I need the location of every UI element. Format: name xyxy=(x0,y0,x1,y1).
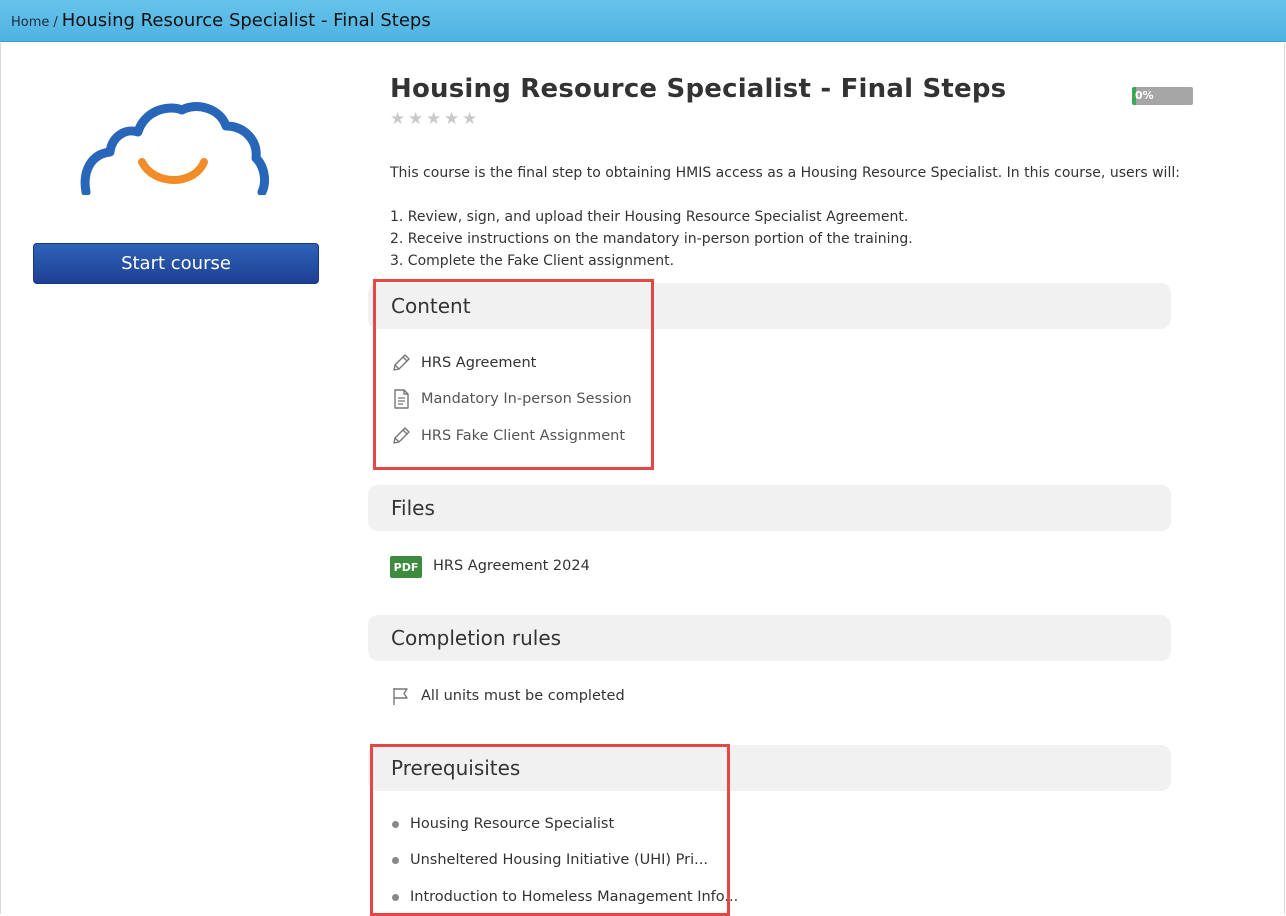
content-unit[interactable]: HRS Fake Client Assignment xyxy=(390,425,625,447)
prerequisite-item[interactable]: Introduction to Homeless Management Info… xyxy=(392,889,738,905)
completion-rule-label: All units must be completed xyxy=(421,688,625,704)
course-title: Housing Resource Specialist - Final Step… xyxy=(390,74,1007,104)
description-intro: This course is the final step to obtaini… xyxy=(390,165,1180,181)
pencil-icon xyxy=(393,354,410,371)
star-icon[interactable]: ★ xyxy=(390,111,407,128)
course-description: This course is the final step to obtaini… xyxy=(390,162,1190,272)
content-unit-label[interactable]: HRS Fake Client Assignment xyxy=(421,428,625,444)
star-icon[interactable]: ★ xyxy=(408,111,425,128)
prerequisite-label[interactable]: Housing Resource Specialist xyxy=(410,816,614,832)
pdf-icon: PDF xyxy=(390,556,422,578)
prerequisite-label[interactable]: Introduction to Homeless Management Info… xyxy=(410,889,738,905)
prerequisite-label[interactable]: Unsheltered Housing Initiative (UHI) Pri… xyxy=(410,852,708,868)
pencil-icon xyxy=(393,427,410,444)
breadcrumb-home-link[interactable]: Home xyxy=(11,15,49,30)
content-unit-label[interactable]: Mandatory In-person Session xyxy=(421,391,632,407)
prerequisite-item[interactable]: Unsheltered Housing Initiative (UHI) Pri… xyxy=(392,852,708,868)
files-section-header: Files xyxy=(368,485,1171,531)
breadcrumb-current: Housing Resource Specialist - Final Step… xyxy=(61,10,431,31)
breadcrumb: Home / Housing Resource Specialist - Fin… xyxy=(0,0,1286,42)
description-step: 2. Receive instructions on the mandatory… xyxy=(390,231,913,247)
document-icon xyxy=(394,389,409,409)
file-link[interactable]: HRS Agreement 2024 xyxy=(433,558,590,574)
start-course-button[interactable]: Start course xyxy=(33,243,319,284)
content-unit[interactable]: Mandatory In-person Session xyxy=(390,388,632,410)
course-rating[interactable]: ★ ★ ★ ★ ★ xyxy=(390,111,479,128)
bullet-icon xyxy=(392,856,399,864)
frame-border-right xyxy=(1284,43,1285,914)
course-logo-cloud-icon xyxy=(80,102,269,195)
bullet-icon xyxy=(392,820,399,828)
star-icon[interactable]: ★ xyxy=(426,111,443,128)
description-step: 3. Complete the Fake Client assignment. xyxy=(390,253,675,269)
description-step: 1. Review, sign, and upload their Housin… xyxy=(390,209,909,225)
breadcrumb-separator: / xyxy=(53,15,58,30)
flag-icon xyxy=(393,688,408,705)
content-section-header: Content xyxy=(368,283,1171,329)
progress-label: 0% xyxy=(1135,89,1154,102)
star-icon[interactable]: ★ xyxy=(444,111,461,128)
completion-rules-section-header: Completion rules xyxy=(368,615,1171,661)
content-unit-label[interactable]: HRS Agreement xyxy=(421,355,536,371)
bullet-icon xyxy=(392,893,399,901)
content-unit[interactable]: HRS Agreement xyxy=(390,352,536,374)
course-progress-bar: 0% xyxy=(1132,87,1193,105)
prerequisite-item[interactable]: Housing Resource Specialist xyxy=(392,816,614,832)
completion-rule: All units must be completed xyxy=(390,685,625,707)
prerequisites-section-header: Prerequisites xyxy=(368,745,1171,791)
frame-border-left xyxy=(0,43,1,914)
star-icon[interactable]: ★ xyxy=(462,111,479,128)
